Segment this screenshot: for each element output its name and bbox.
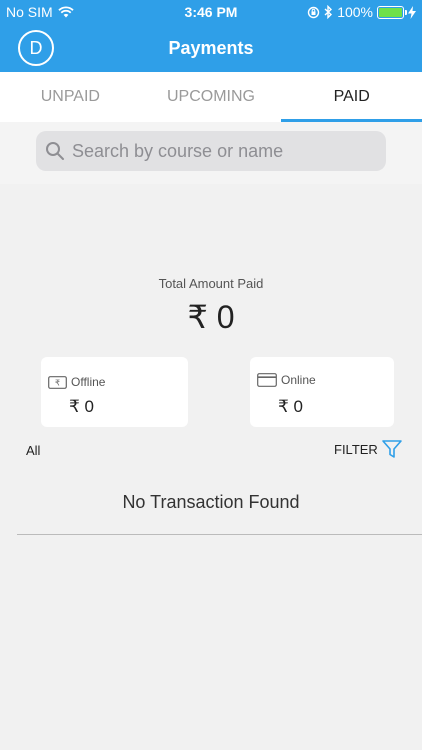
total-amount-value: ₹ 0 xyxy=(187,299,235,335)
offline-label: Offline xyxy=(71,375,106,389)
total-amount-label: Total Amount Paid xyxy=(158,276,264,291)
svg-text:₹: ₹ xyxy=(55,378,60,387)
filter-icon xyxy=(382,440,402,458)
search-icon xyxy=(46,142,64,160)
battery-level xyxy=(379,7,402,17)
tab-paid[interactable]: PAID xyxy=(281,72,422,122)
search-bar xyxy=(0,122,422,184)
bluetooth-icon xyxy=(324,5,333,19)
tab-upcoming[interactable]: UPCOMING xyxy=(141,72,282,122)
filter-button[interactable]: FILTER xyxy=(334,438,403,460)
empty-state-message: No Transaction Found xyxy=(122,492,300,512)
tab-bar: UNPAID UPCOMING PAID xyxy=(0,72,422,122)
page-title: Payments xyxy=(168,38,254,58)
app-header: D Payments xyxy=(0,24,422,72)
search-box[interactable] xyxy=(36,131,386,171)
status-bar: No SIM 3:46 PM 100% xyxy=(0,0,422,24)
cash-icon: ₹ xyxy=(48,375,67,389)
online-card: Online ₹ 0 xyxy=(250,357,394,427)
credit-card-icon xyxy=(257,373,277,387)
status-bar-right: 100% xyxy=(307,4,416,20)
online-card-header: Online xyxy=(257,373,316,387)
offline-card: ₹ Offline ₹ 0 xyxy=(41,357,188,427)
search-input[interactable] xyxy=(72,140,372,162)
battery-icon xyxy=(377,5,407,19)
charging-icon xyxy=(408,5,416,19)
battery-percent: 100% xyxy=(337,4,373,20)
online-label: Online xyxy=(281,373,316,387)
offline-card-header: ₹ Offline xyxy=(48,375,105,389)
online-amount: ₹ 0 xyxy=(278,397,303,416)
tab-unpaid[interactable]: UNPAID xyxy=(0,72,141,122)
scope-selector[interactable]: All xyxy=(26,443,40,458)
divider xyxy=(17,534,422,535)
offline-amount: ₹ 0 xyxy=(69,397,94,416)
orientation-lock-icon xyxy=(307,6,320,18)
filter-label: FILTER xyxy=(334,441,378,457)
